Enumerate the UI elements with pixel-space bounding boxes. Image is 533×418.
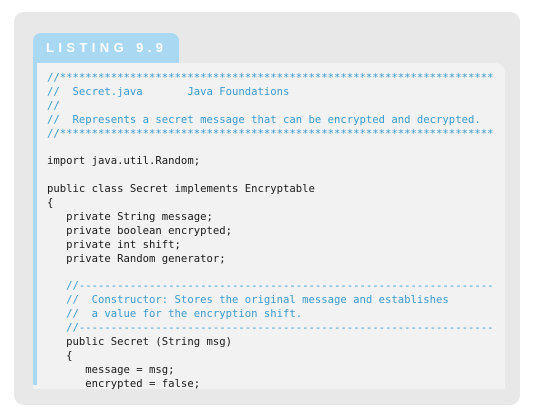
- code-line: {: [47, 349, 73, 362]
- code-comment-line: //**************************************…: [47, 127, 494, 140]
- code-comment-line: //--------------------------------------…: [47, 280, 494, 293]
- code-comment-line: //--------------------------------------…: [47, 322, 494, 335]
- code-line: private int shift;: [47, 238, 181, 251]
- listing-label: LISTING 9.9: [46, 40, 168, 55]
- code-line: private Random generator;: [47, 252, 226, 265]
- code-line: message = msg;: [47, 363, 175, 376]
- code-line: {: [47, 197, 54, 210]
- code-comment-line: // a value for the encryption shift.: [47, 308, 303, 321]
- code-comment-line: // Represents a secret message that can …: [47, 113, 481, 126]
- code-comment-line: // Secret.java Java Foundations: [47, 85, 290, 98]
- code-line: public Secret (String msg): [47, 335, 232, 348]
- listing-tab: LISTING 9.9: [33, 33, 179, 63]
- code-line: encrypted = false;: [47, 377, 201, 390]
- code-line: private String message;: [47, 210, 213, 223]
- code-comment-line: // Constructor: Stores the original mess…: [47, 294, 449, 307]
- code-line: import java.util.Random;: [47, 155, 201, 168]
- listing-accent-bar: [33, 63, 37, 385]
- code-line: private boolean encrypted;: [47, 224, 232, 237]
- code-listing: //**************************************…: [47, 72, 493, 391]
- code-comment-line: //**************************************…: [47, 72, 494, 84]
- code-line: public class Secret implements Encryptab…: [47, 183, 315, 196]
- code-comment-line: //: [47, 99, 60, 112]
